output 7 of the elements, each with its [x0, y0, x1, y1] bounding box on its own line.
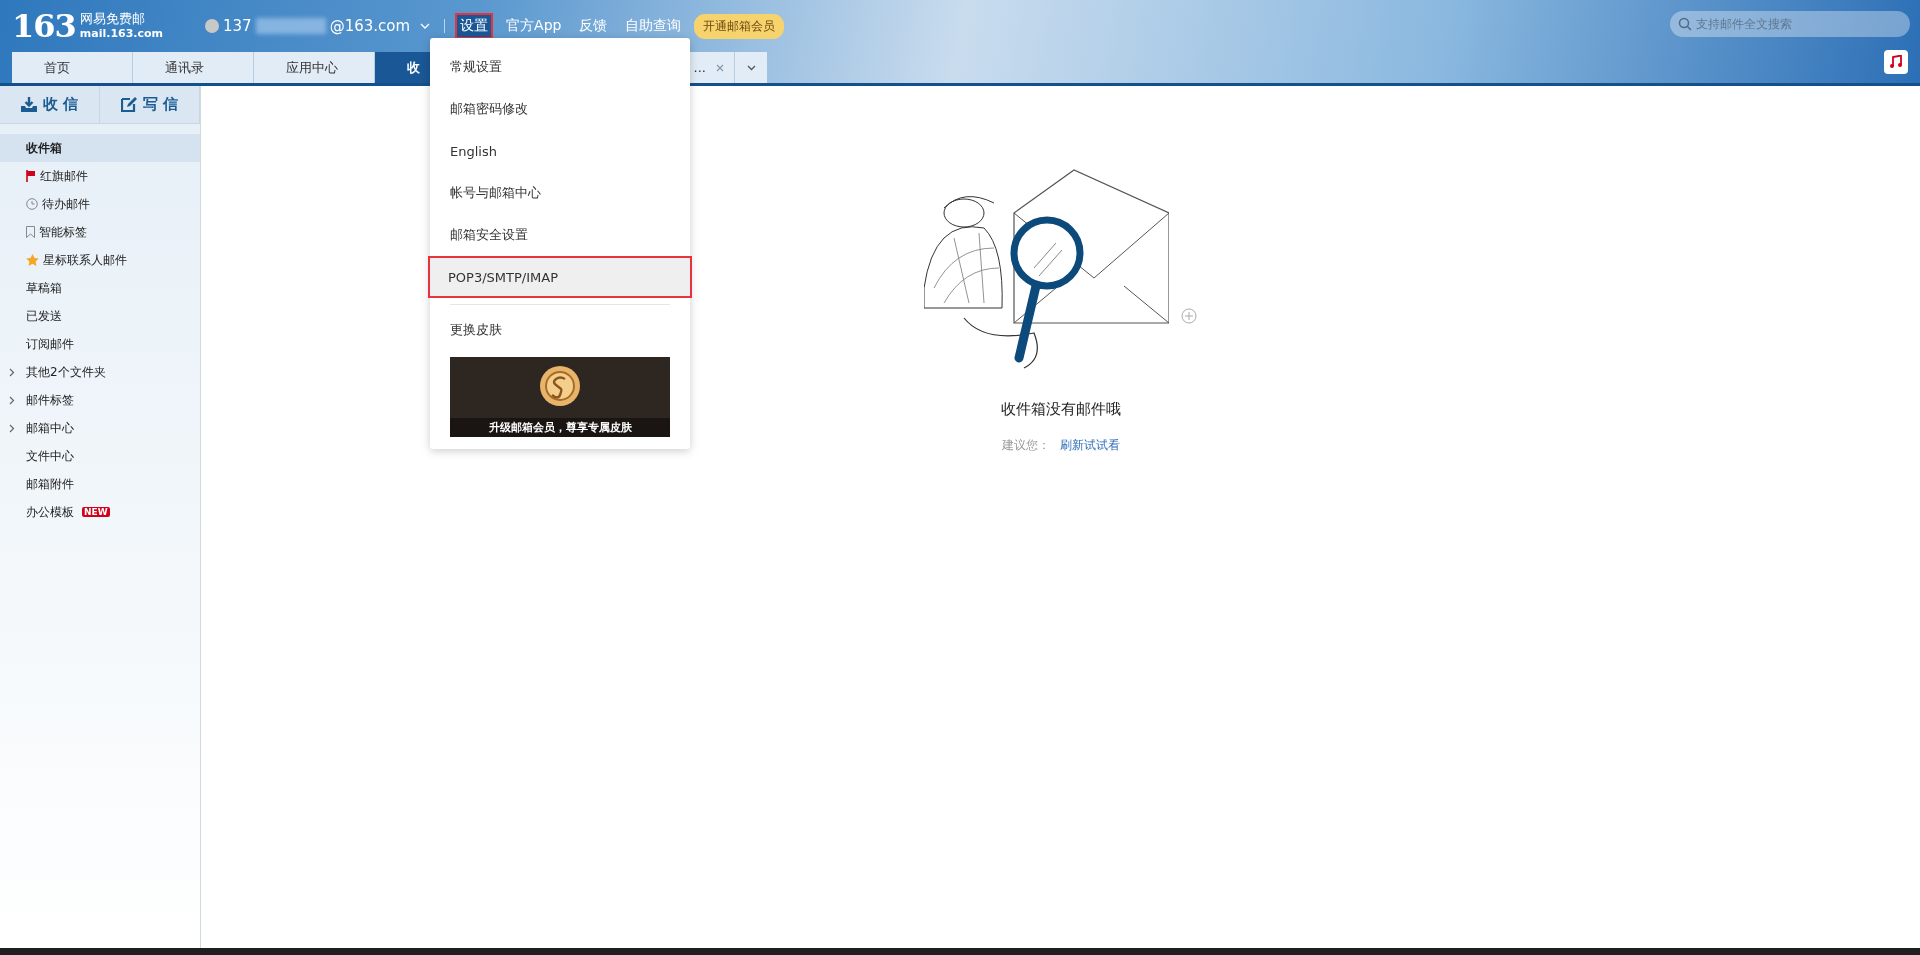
logo-domain: mail.163.com — [79, 26, 164, 41]
new-badge: NEW — [82, 507, 110, 517]
logo-title: 网易免费邮 — [79, 11, 146, 26]
account-prefix: 137 — [223, 17, 252, 35]
hint-text: 建议您： — [1001, 437, 1050, 454]
empty-title: 收件箱没有邮件哦 — [1000, 400, 1121, 419]
logo-number: 163 — [12, 7, 76, 45]
